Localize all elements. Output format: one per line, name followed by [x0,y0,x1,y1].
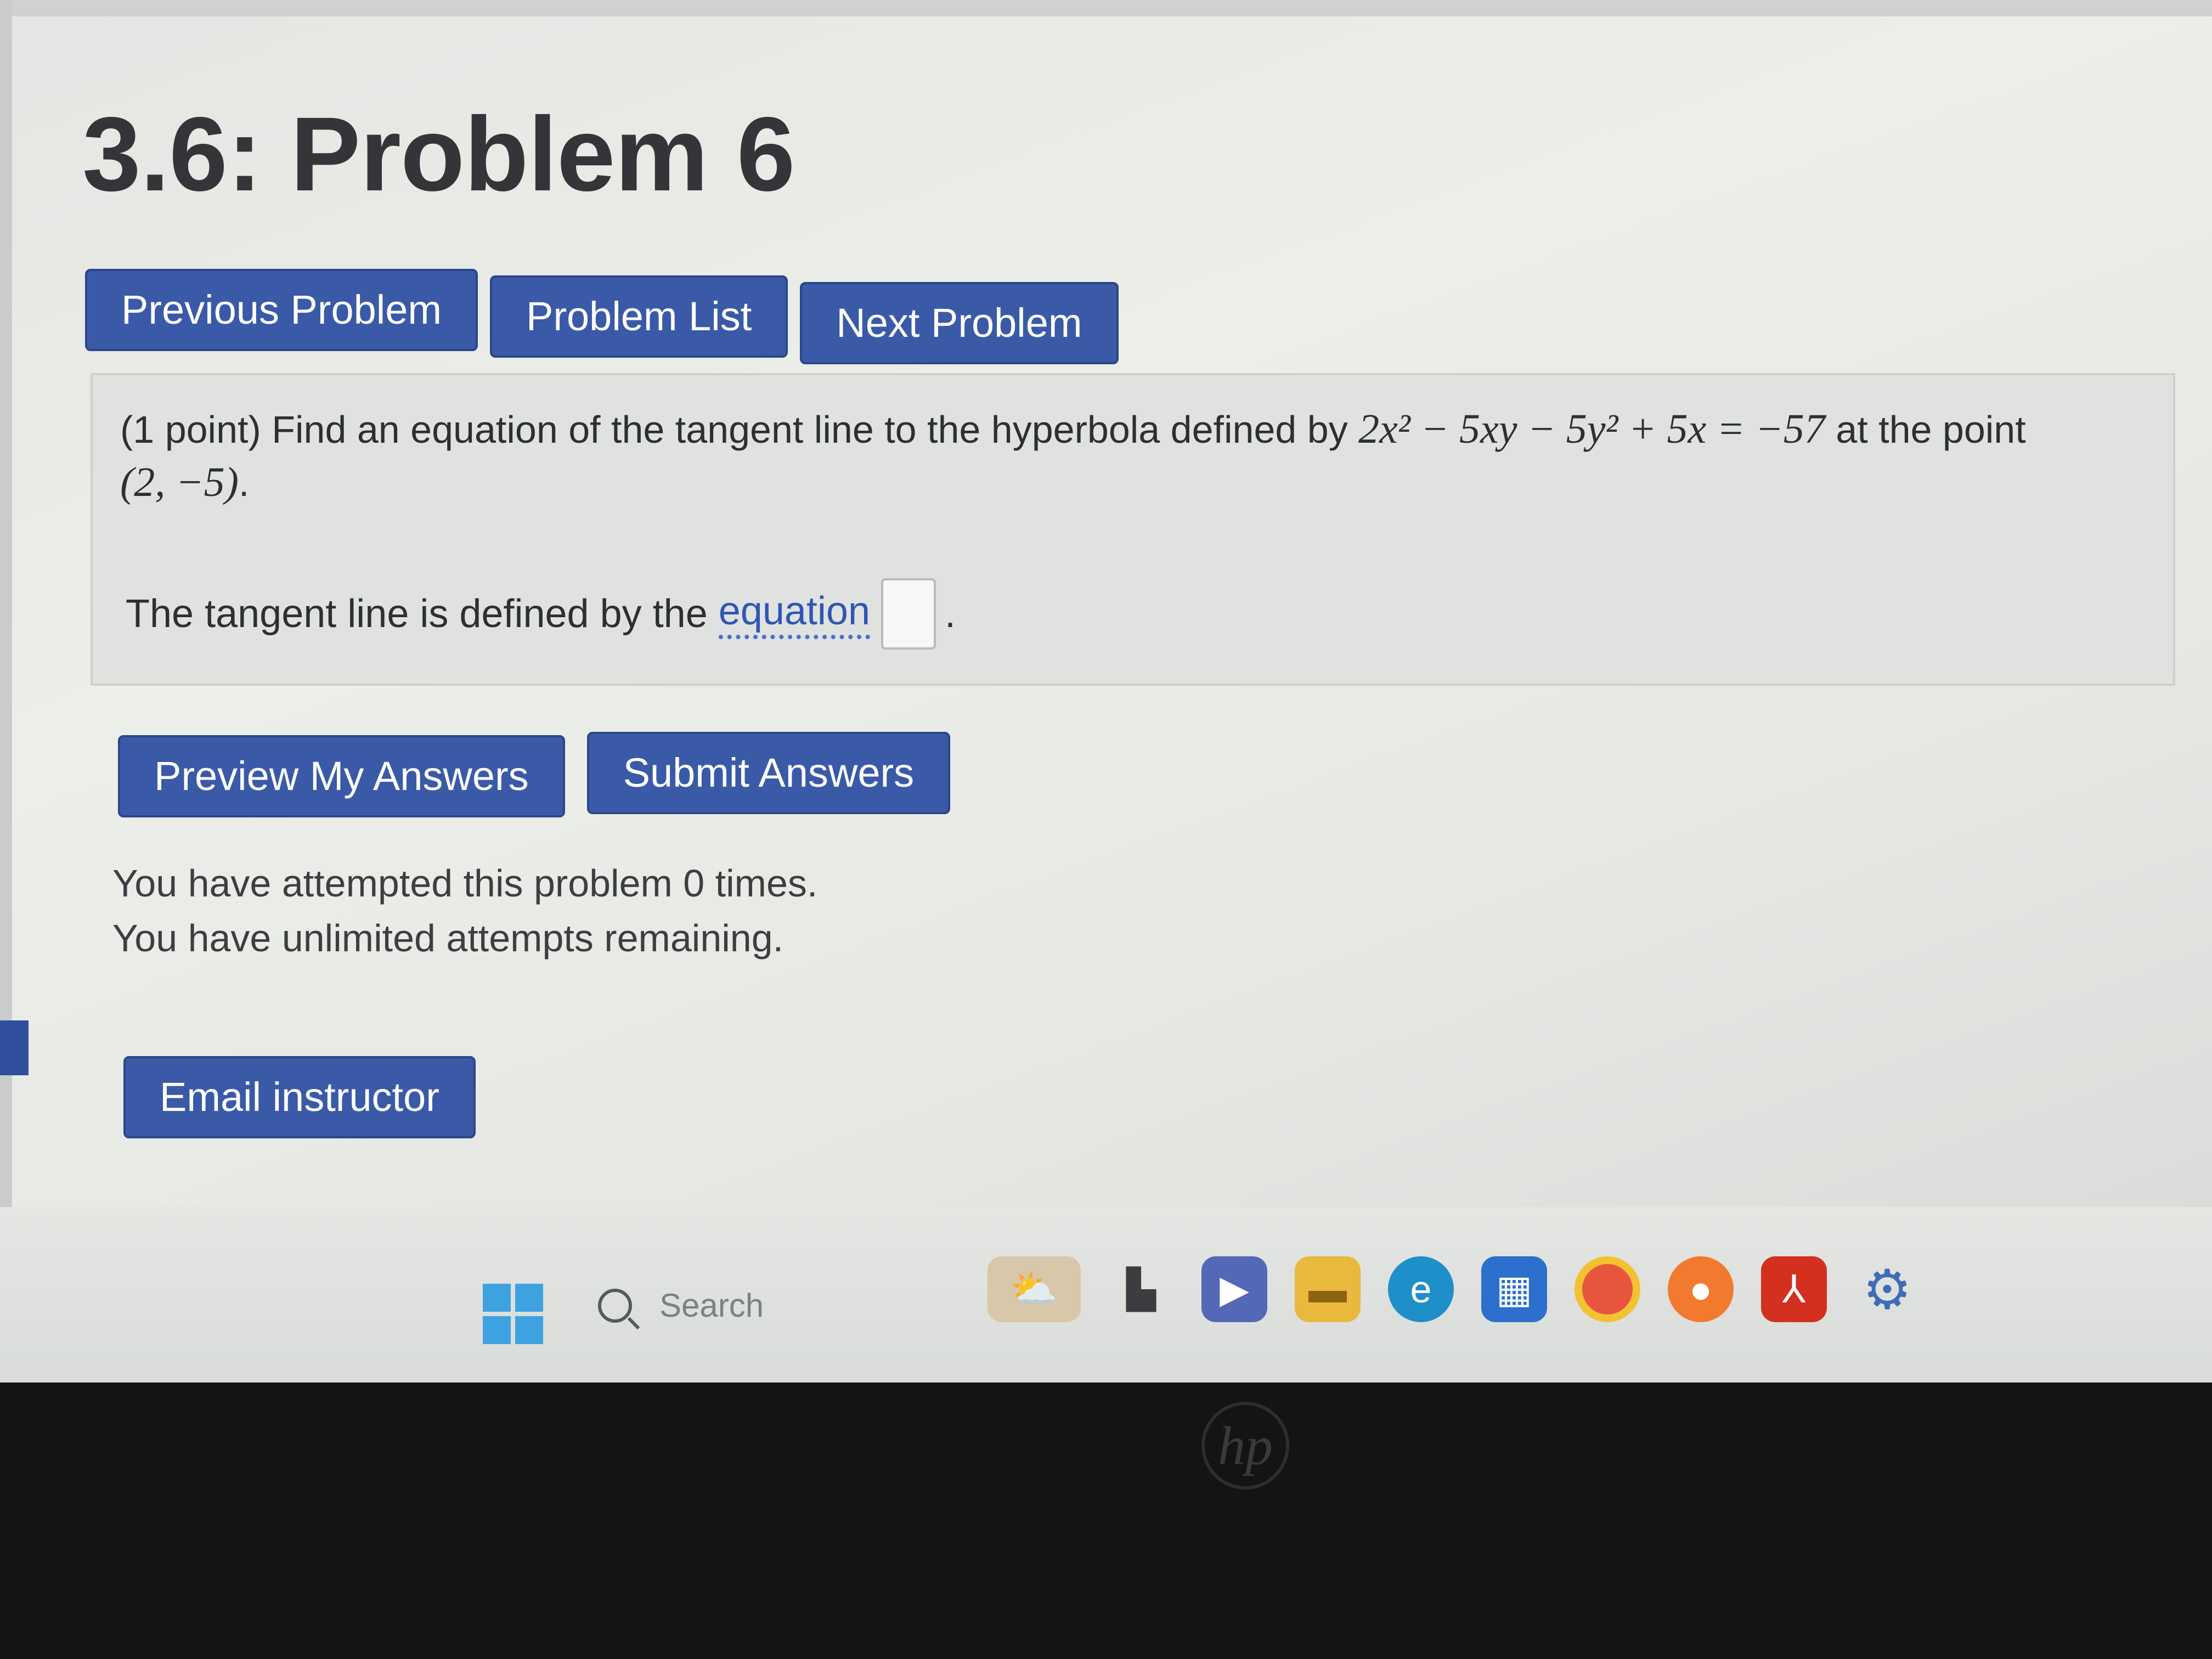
attempts-info: You have attempted this problem 0 times.… [112,856,817,966]
problem-box: (1 point) Find an equation of the tangen… [91,373,2175,686]
search-placeholder: Search [659,1287,764,1324]
point-prefix: at the point [1836,408,2026,451]
file-explorer-icon[interactable]: ▬ [1295,1256,1361,1322]
taskbar-apps: ⛅ ▙ ▶ ▬ e ▦ ● ⅄ ⚙ [988,1256,1920,1322]
start-icon[interactable] [483,1284,543,1344]
problem-intro: (1 point) Find an equation of the tangen… [120,408,1348,451]
point-suffix: . [238,461,250,504]
taskbar: Search ⛅ ▙ ▶ ▬ e ▦ ● ⅄ ⚙ [0,1207,2212,1383]
next-problem-button[interactable]: Next Problem [800,282,1119,364]
chat-icon[interactable]: ▶ [1201,1256,1267,1322]
page-title: 3.6: Problem 6 [82,95,795,213]
store-icon[interactable]: ▦ [1481,1256,1547,1322]
edge-icon[interactable]: e [1388,1256,1454,1322]
attempts-count: You have attempted this problem 0 times. [112,862,818,905]
equation-help-link[interactable]: equation [718,589,870,639]
laptop-logo: hp [1201,1402,1289,1489]
taskbar-search[interactable]: Search [598,1286,764,1324]
problem-list-button[interactable]: Problem List [490,275,788,358]
preview-answers-button[interactable]: Preview My Answers [118,735,565,817]
given-point: (2, −5) [120,459,239,505]
left-accent-marker [0,1020,29,1075]
answer-line: The tangent line is defined by the equat… [126,578,956,650]
submit-answers-button[interactable]: Submit Answers [586,732,951,814]
acrobat-icon[interactable]: ⅄ [1761,1256,1827,1322]
email-instructor-button[interactable]: Email instructor [123,1056,476,1138]
left-edge [0,0,12,1383]
answer-actions: Preview My Answers Submit Answers [118,732,951,817]
problem-navigation: Previous Problem Problem List Next Probl… [85,269,1119,364]
search-icon [598,1288,632,1323]
previous-problem-button[interactable]: Previous Problem [85,269,478,351]
answer-prefix: The tangent line is defined by the [126,592,708,636]
settings-icon[interactable]: ⚙ [1854,1256,1920,1322]
firefox-icon[interactable]: ● [1668,1256,1734,1322]
task-view-icon[interactable]: ▙ [1108,1256,1174,1322]
answer-suffix: . [945,592,956,636]
answer-input[interactable] [881,578,936,650]
hyperbola-equation: 2x² − 5xy − 5y² + 5x = −57 [1358,406,1825,452]
widgets-icon[interactable]: ⛅ [988,1256,1081,1322]
problem-statement: (1 point) Find an equation of the tangen… [120,403,2150,509]
chrome-icon[interactable] [1575,1256,1640,1322]
attempts-remaining: You have unlimited attempts remaining. [112,917,784,960]
window-top-strip [0,0,2212,16]
screen: 3.6: Problem 6 Previous Problem Problem … [0,0,2212,1383]
